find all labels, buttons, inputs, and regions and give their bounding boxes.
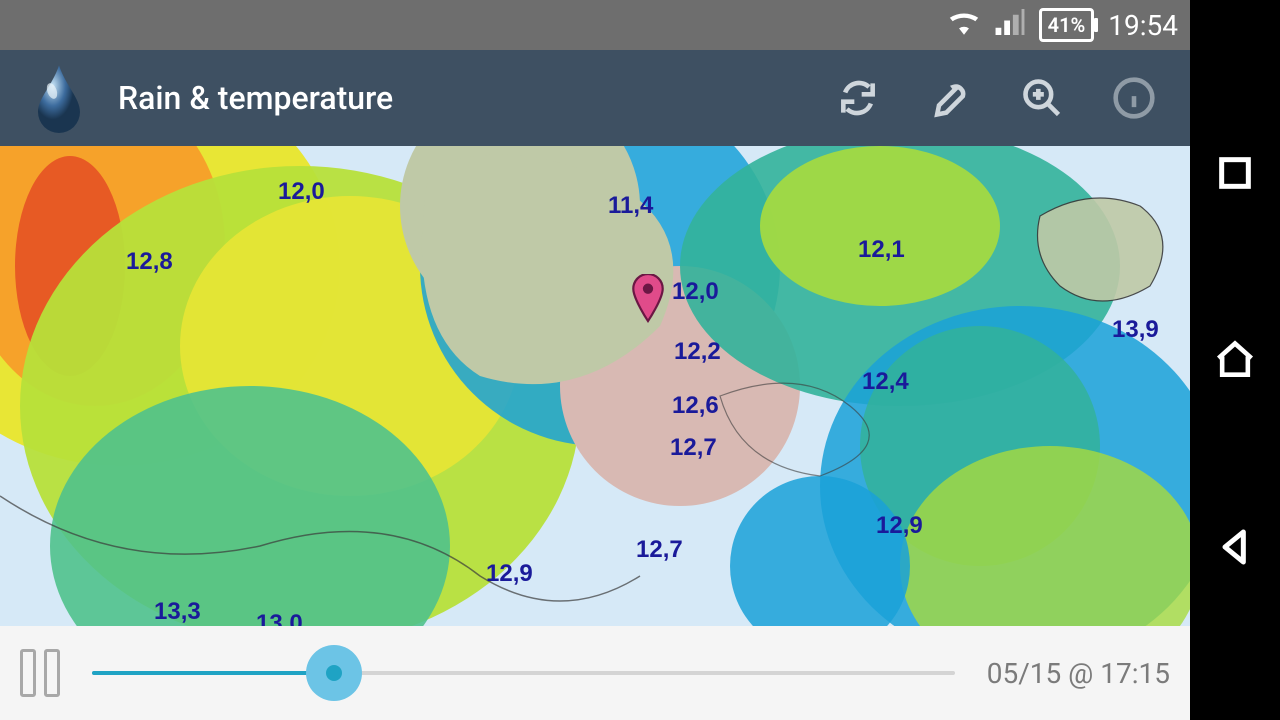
battery-pct: 41% [1048,13,1086,37]
status-bar: 41% 19:54 [0,0,1190,50]
recent-apps-icon[interactable] [1209,147,1261,199]
temp-value: 12,9 [486,560,533,588]
temp-value: 13,9 [1112,316,1159,344]
page-title: Rain & temperature [118,79,814,117]
weather-map[interactable]: 12,0 11,4 12,8 12,1 12,0 13,9 12,2 12,4 12,6 12,7… [0,146,1190,626]
temp-value: 13,3 [154,598,201,626]
refresh-icon[interactable] [834,74,882,122]
app-action-bar: Rain & temperature [0,50,1190,146]
map-heat-layer [0,146,1190,626]
battery-indicator: 41% [1039,8,1095,42]
temp-value: 12,4 [862,368,909,396]
back-icon[interactable] [1209,521,1261,573]
app-drop-icon [20,59,98,137]
settings-wrench-icon[interactable] [926,74,974,122]
temp-value: 12,7 [636,536,683,564]
home-icon[interactable] [1209,334,1261,386]
android-nav-bar [1190,0,1280,720]
temp-value: 12,6 [672,392,719,420]
temp-value: 12,8 [126,248,173,276]
signal-icon [995,9,1025,42]
temp-value: 12,1 [858,236,905,264]
info-icon[interactable] [1110,74,1158,122]
pause-button[interactable] [20,649,68,697]
temp-value: 12,0 [672,278,719,306]
time-slider[interactable] [92,653,955,693]
temp-value: 11,4 [608,192,653,220]
timeline-bar: 05/15 @ 17:15 [0,626,1190,720]
timestamp-label: 05/15 @ 17:15 [987,657,1170,690]
temp-value: 12,9 [876,512,923,540]
wifi-icon [947,9,981,42]
location-pin-icon [630,274,666,324]
temp-value: 13,0 [256,610,303,626]
slider-thumb[interactable] [306,645,362,701]
temp-value: 12,7 [670,434,717,462]
temp-value: 12,2 [674,338,721,366]
temp-value: 12,0 [278,178,325,206]
zoom-in-icon[interactable] [1018,74,1066,122]
phone-screen: 41% 19:54 Rain & temperature [0,0,1190,720]
clock: 19:54 [1108,9,1178,42]
